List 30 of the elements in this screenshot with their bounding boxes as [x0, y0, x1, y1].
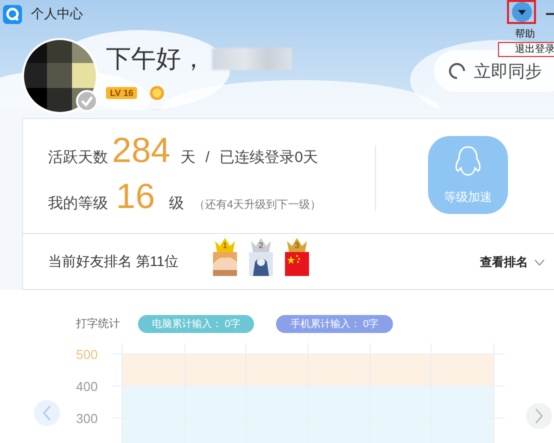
next-button[interactable] — [526, 403, 552, 429]
grade-note: （还有4天升级到下一级） — [194, 198, 322, 212]
logo-icon — [3, 4, 22, 24]
streak-text: 已连续登录0天 — [220, 148, 318, 167]
window-title: 个人中心 — [31, 5, 83, 23]
separator: / — [205, 149, 210, 166]
menu-item[interactable]: 帮助 — [498, 27, 548, 42]
axis-label: 400 — [76, 379, 98, 394]
level-badge: LV 16 — [106, 87, 138, 99]
stat-label: 我的等级 — [48, 194, 109, 213]
ranking-text: 当前好友排名 第11位 — [48, 253, 180, 271]
sun-icon — [149, 85, 166, 101]
section-title: 打字统计 — [76, 316, 120, 331]
minimize-icon[interactable] — [546, 13, 554, 15]
unit-label: 级 — [168, 194, 184, 213]
axis-label: 300 — [76, 411, 98, 426]
axis-label: 500 — [76, 347, 98, 362]
unit-label: 天 — [180, 148, 196, 167]
sync-icon — [448, 62, 466, 80]
previous-button[interactable] — [34, 400, 60, 426]
chevron-down-icon — [534, 258, 545, 266]
dropdown-button[interactable] — [507, 0, 536, 24]
active-days: 284 — [112, 131, 170, 171]
view-ranking-button[interactable]: 查看排名 — [480, 254, 545, 270]
rank-number: 3 — [294, 241, 300, 250]
rank-number: 2 — [258, 241, 264, 250]
rank-number: 1 — [222, 241, 228, 250]
grade-value: 16 — [116, 177, 155, 217]
greeting: 下午好， — [106, 44, 206, 75]
stat-label: 活跃天数 — [48, 148, 109, 167]
